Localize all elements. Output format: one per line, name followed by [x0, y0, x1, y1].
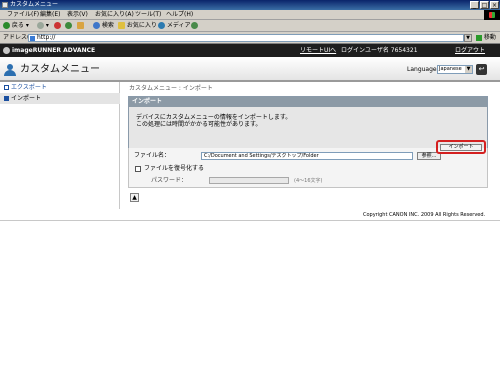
decrypt-checkbox-label: ファイルを復号化する: [144, 165, 205, 172]
stop-button[interactable]: [54, 22, 61, 30]
language-select[interactable]: Japanese ▼: [437, 65, 473, 74]
user-menu-icon: [4, 64, 16, 76]
logout-link[interactable]: ログアウト: [455, 46, 485, 55]
menu-tools[interactable]: ツール(T): [135, 11, 161, 19]
address-dropdown-button[interactable]: ▼: [464, 34, 472, 42]
chevron-down-icon: ▼: [465, 66, 472, 73]
address-input[interactable]: http://: [28, 34, 464, 42]
search-button[interactable]: 検索: [93, 22, 114, 30]
history-icon: [191, 22, 198, 29]
home-button[interactable]: [77, 22, 84, 30]
password-input[interactable]: [209, 177, 289, 184]
page-icon: [30, 36, 35, 41]
window-icon: [2, 2, 8, 8]
window-title: カスタムメニュー: [10, 1, 59, 8]
browser-toolbar: 戻る ▾ ▾ 検索 お気に入り メディア: [0, 20, 500, 32]
import-panel: インポート デバイスにカスタムメニューの情報をインポートします。 この処理には時…: [128, 96, 488, 154]
back-to-top-menu-button[interactable]: ↩: [476, 64, 487, 75]
media-button[interactable]: メディア: [158, 22, 191, 30]
home-icon: [77, 22, 84, 29]
sidebar-item-export[interactable]: エクスポート: [0, 82, 120, 93]
address-bar: アドレス(D) http:// ▼ 移動: [0, 32, 500, 44]
language-label: Language: [407, 66, 437, 73]
forward-arrow-icon: [37, 22, 44, 29]
minimize-button[interactable]: _: [470, 1, 479, 9]
remote-ui-link[interactable]: リモートUIへ: [300, 46, 336, 55]
search-icon: [93, 22, 100, 29]
page-title: カスタムメニュー: [20, 64, 100, 75]
back-button[interactable]: 戻る ▾: [3, 22, 29, 30]
decrypt-checkbox[interactable]: [135, 166, 141, 172]
refresh-button[interactable]: [65, 22, 72, 30]
stop-icon: [54, 22, 61, 29]
maximize-button[interactable]: □: [480, 1, 489, 9]
refresh-icon: [65, 22, 72, 29]
import-message-line1: デバイスにカスタムメニューの情報をインポートします。: [136, 114, 292, 121]
forward-button[interactable]: ▾: [37, 22, 49, 30]
favorites-star-icon: [118, 22, 125, 29]
go-arrow-icon: [476, 34, 482, 41]
copyright: Copyright CANON INC. 2009 All Rights Res…: [363, 212, 486, 218]
menu-view[interactable]: 表示(V): [67, 11, 88, 19]
footer-divider: [0, 220, 500, 221]
app-header: imageRUNNER ADVANCE リモートUIへ ログインユーザ名 765…: [0, 44, 500, 57]
password-hint: (4～16文字): [294, 178, 323, 184]
go-button[interactable]: 移動: [476, 34, 496, 42]
menu-help[interactable]: ヘルプ(H): [166, 11, 193, 19]
scroll-to-top-button[interactable]: ▲: [130, 193, 139, 202]
window-title-bar: カスタムメニュー _ □ ×: [0, 0, 500, 10]
import-button-highlight: インポート: [436, 140, 486, 154]
panel-title: インポート: [129, 97, 487, 107]
file-name-input[interactable]: C:/Document and Settings/デスクトップ/Folder: [201, 152, 413, 160]
menu-edit[interactable]: 編集(E): [40, 11, 60, 19]
page-title-band: カスタムメニュー Language Japanese ▼ ↩: [0, 57, 500, 82]
menu-bar: ファイル(F) 編集(E) 表示(V) お気に入り(A) ツール(T) ヘルプ(…: [0, 10, 500, 20]
sidebar-item-import[interactable]: インポート: [0, 93, 120, 104]
favorites-button[interactable]: お気に入り: [118, 22, 157, 30]
brand-name: imageRUNNER ADVANCE: [12, 47, 96, 54]
bullet-icon: [4, 96, 9, 101]
main-content: カスタムメニュー : インポート インポート デバイスにカスタムメニューの情報を…: [122, 82, 492, 209]
login-user: ログインユーザ名 7654321: [341, 47, 418, 54]
menu-file[interactable]: ファイル(F): [7, 11, 39, 19]
import-message-line2: この処理には時間がかかる可能性があります。: [136, 121, 262, 128]
import-button[interactable]: インポート: [440, 144, 482, 151]
import-form: ファイル名： C:/Document and Settings/デスクトップ/F…: [128, 148, 488, 188]
close-button[interactable]: ×: [490, 1, 499, 9]
back-arrow-icon: [3, 22, 10, 29]
menu-favorites[interactable]: お気に入り(A): [95, 11, 134, 19]
sidebar: エクスポート インポート: [0, 82, 120, 209]
password-label: パスワード：: [151, 177, 188, 184]
file-name-label: ファイル名：: [134, 152, 171, 159]
windows-logo-icon: [484, 10, 500, 20]
breadcrumb: カスタムメニュー : インポート: [129, 85, 213, 92]
history-button[interactable]: [191, 22, 198, 30]
bullet-icon: [4, 85, 9, 90]
canon-logo-icon: [3, 47, 10, 54]
media-icon: [158, 22, 165, 29]
